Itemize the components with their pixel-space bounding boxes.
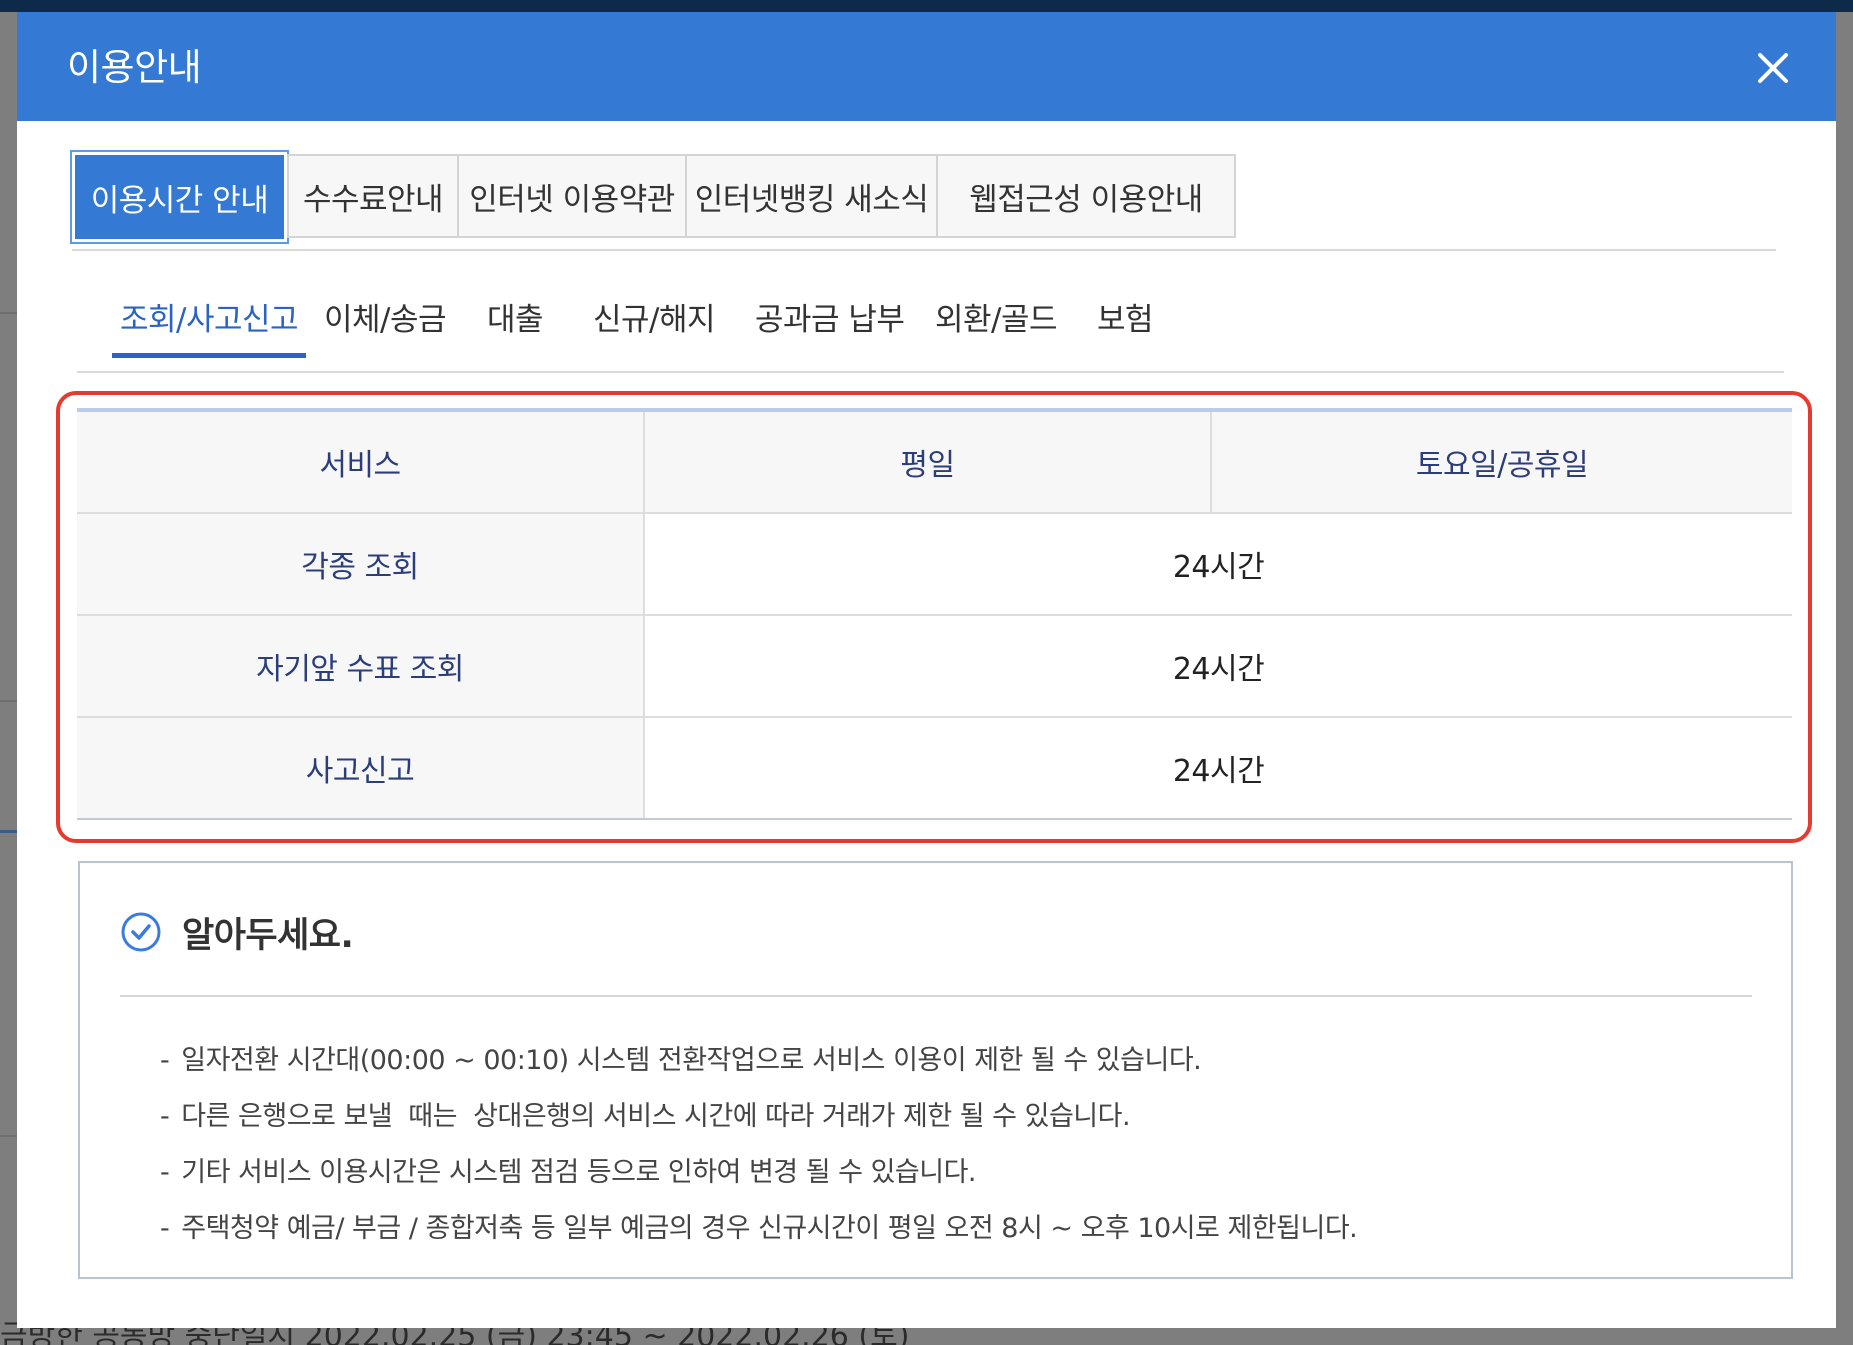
notice-item: - 기타 서비스 이용시간은 시스템 점검 등으로 인하여 변경 될 수 있습니다… — [160, 1157, 977, 1188]
background-divider — [0, 1135, 17, 1137]
main-tab-bar: 이용시간 안내 수수료안내 인터넷 이용약관 인터넷뱅킹 새소식 웹접근성 이용… — [72, 152, 1776, 251]
service-hours-table: 서비스 평일 토요일/공휴일 각종 조회 24시간 자기앞 수표 조회 24시간… — [77, 408, 1792, 834]
subtab-transfer[interactable]: 이체/송금 — [324, 294, 447, 353]
column-header-service: 서비스 — [77, 412, 645, 512]
notice-header: 알아두세요. — [120, 907, 354, 957]
background-divider — [0, 830, 17, 833]
table-header-row: 서비스 평일 토요일/공휴일 — [77, 412, 1792, 514]
usage-guide-modal: 이용안내 이용시간 안내 수수료안내 인터넷 이용약관 인터넷뱅킹 새소식 웹접… — [17, 12, 1836, 1328]
background-topbar — [0, 0, 1853, 12]
subtab-inquiry-report[interactable]: 조회/사고신고 — [112, 294, 307, 358]
notice-item: - 다른 은행으로 보낼 때는 상대은행의 서비스 시간에 따라 거래가 제한 될… — [160, 1101, 1131, 1132]
service-hours: 24시간 — [645, 718, 1792, 818]
notice-item: - 일자전환 시간대(00:00 ~ 00:10) 시스템 전환작업으로 서비스 … — [160, 1045, 1202, 1076]
service-name: 자기앞 수표 조회 — [77, 616, 645, 716]
subtab-utility-payment[interactable]: 공과금 납부 — [755, 294, 905, 353]
table-row: 각종 조회 24시간 — [77, 514, 1792, 616]
tab-fees[interactable]: 수수료안내 — [287, 154, 459, 238]
tab-web-accessibility[interactable]: 웹접근성 이용안내 — [936, 154, 1236, 238]
check-circle-icon — [120, 911, 162, 953]
service-name: 각종 조회 — [77, 514, 645, 614]
close-icon — [1755, 50, 1791, 86]
subtab-insurance[interactable]: 보험 — [1097, 294, 1154, 353]
notice-box: 알아두세요. - 일자전환 시간대(00:00 ~ 00:10) 시스템 전환작업… — [78, 861, 1793, 1279]
service-hours: 24시간 — [645, 616, 1792, 716]
notice-item-text: 일자전환 시간대(00:00 ~ 00:10) 시스템 전환작업으로 서비스 이… — [181, 1045, 1202, 1076]
tab-internet-terms[interactable]: 인터넷 이용약관 — [457, 154, 687, 238]
tab-usage-hours[interactable]: 이용시간 안내 — [72, 152, 287, 242]
notice-item-text: 기타 서비스 이용시간은 시스템 점검 등으로 인하여 변경 될 수 있습니다. — [181, 1157, 977, 1188]
column-header-weekday: 평일 — [645, 412, 1212, 512]
notice-item-text: 주택청약 예금/ 부금 / 종합저축 등 일부 예금의 경우 신규시간이 평일 … — [181, 1213, 1358, 1244]
notice-item-text: 다른 은행으로 보낼 때는 상대은행의 서비스 시간에 따라 거래가 제한 될 … — [181, 1101, 1131, 1132]
close-button[interactable] — [1755, 50, 1791, 86]
notice-divider — [120, 995, 1752, 997]
modal-header: 이용안내 — [17, 12, 1836, 121]
subtab-loan[interactable]: 대출 — [487, 294, 544, 353]
modal-title: 이용안내 — [67, 46, 202, 89]
sub-tab-bar: 조회/사고신고 이체/송금 대출 신규/해지 공과금 납부 외환/골드 보험 — [77, 272, 1784, 373]
tab-banking-news[interactable]: 인터넷뱅킹 새소식 — [685, 154, 938, 238]
service-hours: 24시간 — [645, 514, 1792, 614]
subtab-open-close[interactable]: 신규/해지 — [593, 294, 716, 353]
service-name: 사고신고 — [77, 718, 645, 818]
table-row: 자기앞 수표 조회 24시간 — [77, 616, 1792, 718]
notice-list: - 일자전환 시간대(00:00 ~ 00:10) 시스템 전환작업으로 서비스 … — [160, 1033, 1358, 1257]
notice-item: - 주택청약 예금/ 부금 / 종합저축 등 일부 예금의 경우 신규시간이 평일… — [160, 1213, 1358, 1244]
column-header-weekend: 토요일/공휴일 — [1212, 412, 1792, 512]
subtab-forex-gold[interactable]: 외환/골드 — [935, 294, 1058, 353]
table-row: 사고신고 24시간 — [77, 718, 1792, 820]
background-divider — [0, 700, 17, 702]
background-divider — [0, 312, 17, 314]
notice-title: 알아두세요. — [182, 915, 354, 956]
